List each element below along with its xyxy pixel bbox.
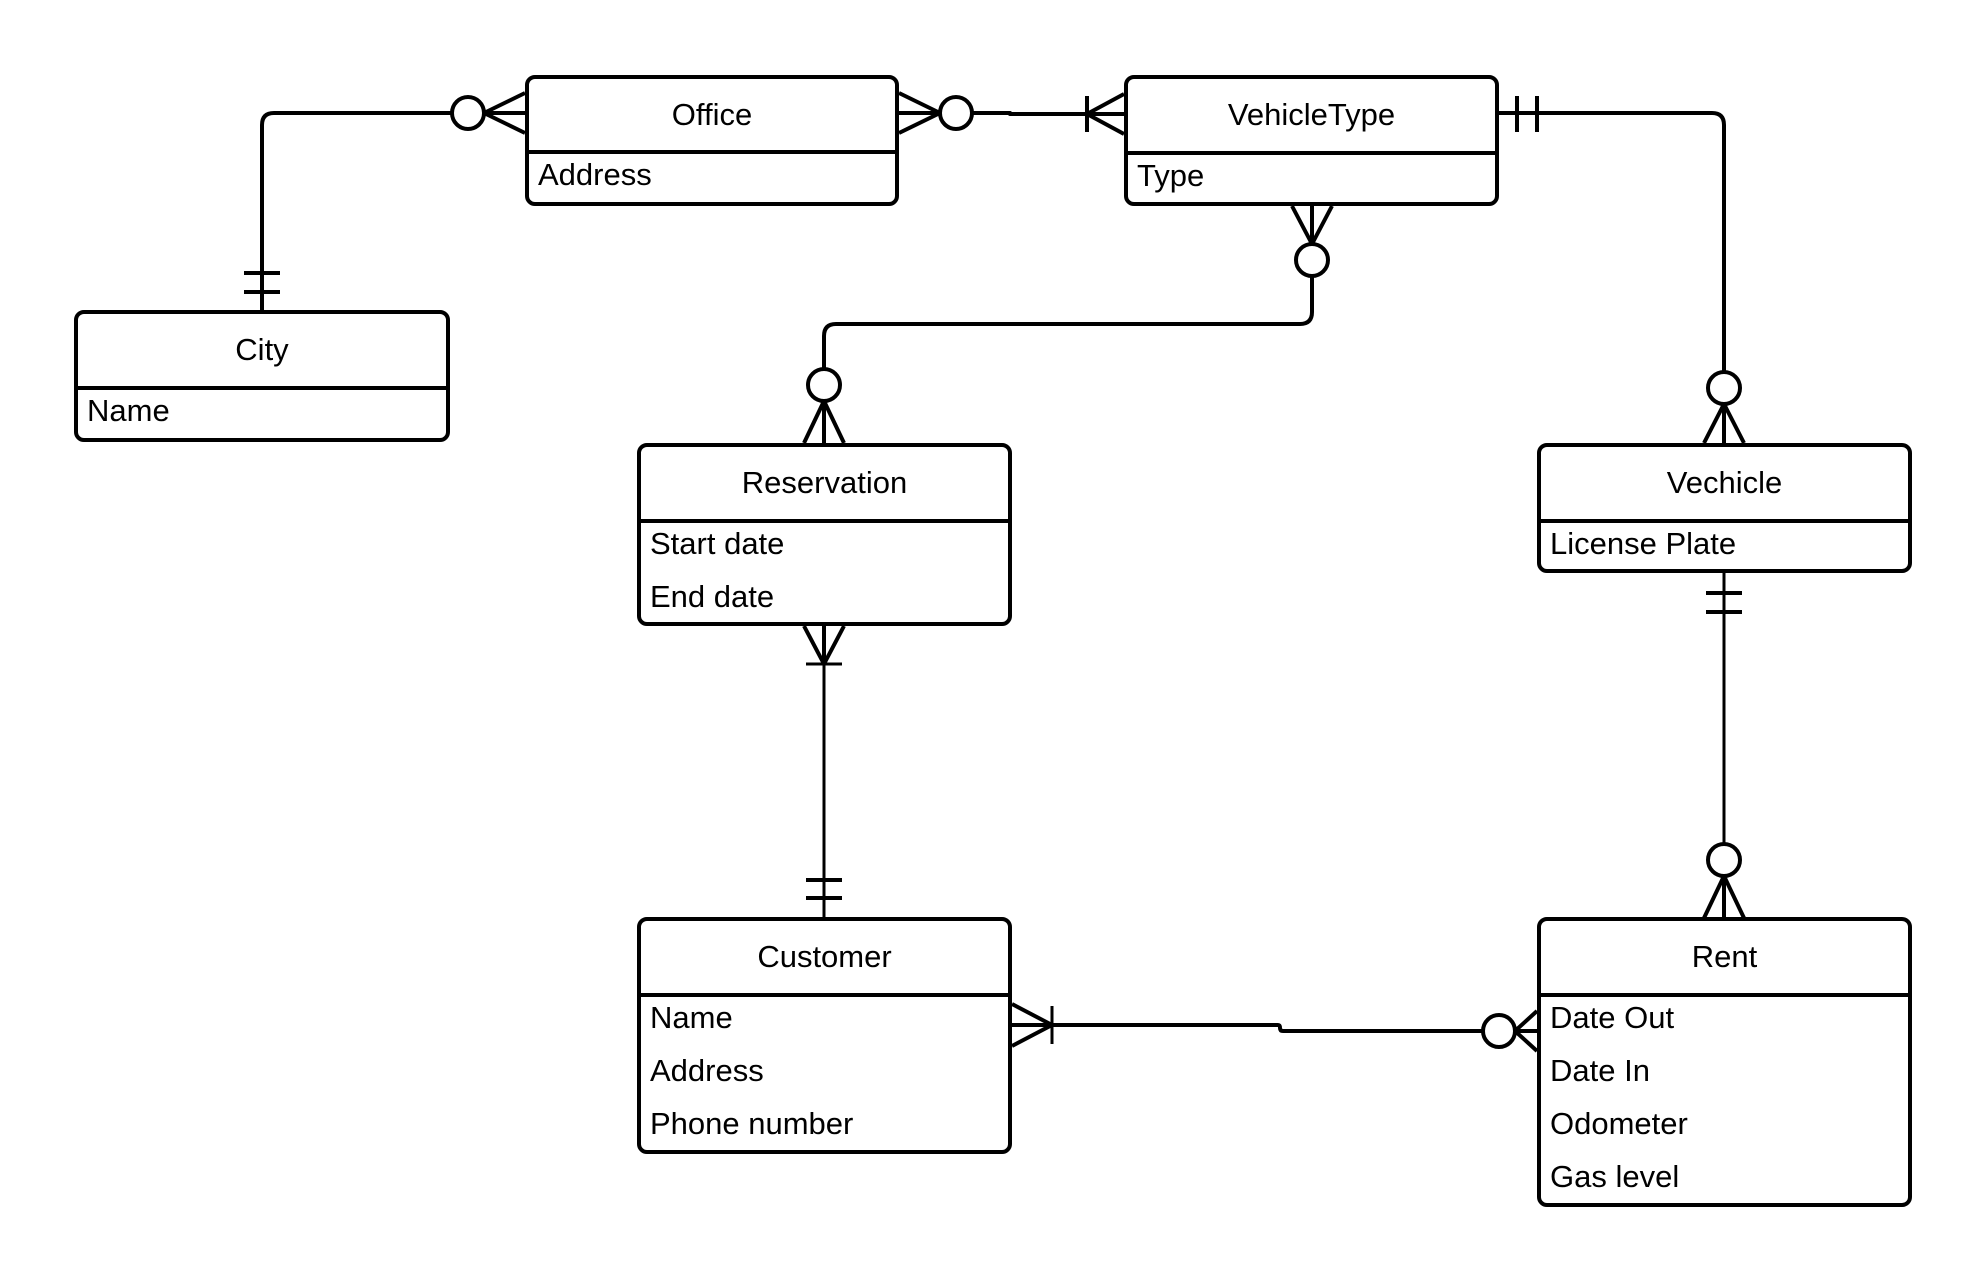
entity-title: City [78, 314, 446, 390]
entity-attribute: Date Out [1550, 1000, 1675, 1035]
relationship-vechicle-rent[interactable] [1702, 573, 1746, 919]
entity-attribute: End date [650, 579, 775, 614]
entity-attribute: Date In [1550, 1053, 1650, 1088]
entity-attribute: Gas level [1550, 1159, 1680, 1194]
crows-foot-many [1702, 403, 1746, 444]
entity-attribute: Address [538, 157, 652, 192]
entity-rent[interactable]: Rent Date Out Date In Odometer Gas level [1537, 917, 1912, 1207]
entity-city[interactable]: City Name [74, 310, 450, 442]
entity-attribute: License Plate [1550, 526, 1737, 561]
entity-attribute: Address [650, 1053, 764, 1088]
relationship-reservation-customer[interactable] [802, 625, 846, 917]
crows-foot-many [898, 91, 942, 135]
relationship-vehicletype-reservation[interactable] [802, 205, 1334, 444]
relationship-vehicletype-vechicle[interactable] [1499, 96, 1746, 444]
crows-foot-many [1702, 875, 1746, 919]
entity-title: VehicleType [1128, 79, 1495, 155]
entity-attribute: Odometer [1550, 1106, 1688, 1141]
entity-title: Office [529, 79, 895, 154]
entity-attribute: Name [650, 1000, 733, 1035]
crows-foot-many [1513, 1009, 1539, 1053]
entity-attribute: Type [1137, 158, 1205, 193]
zero-circle [806, 367, 842, 403]
relationship-city-office[interactable] [244, 91, 526, 310]
crows-foot-many [802, 400, 846, 444]
zero-circle [938, 95, 974, 131]
entity-title: Customer [641, 921, 1008, 997]
entity-customer[interactable]: Customer Name Address Phone number [637, 917, 1012, 1154]
entity-attribute: Phone number [650, 1106, 854, 1141]
crows-foot-many [802, 625, 846, 665]
zero-circle [1706, 842, 1742, 878]
entity-attribute: Name [87, 393, 170, 428]
crows-foot-many [1290, 205, 1334, 245]
relationship-customer-rent[interactable] [1011, 1002, 1539, 1053]
entity-vechicle[interactable]: Vechicle License Plate [1537, 443, 1912, 573]
entity-vehicletype[interactable]: VehicleType Type [1124, 75, 1499, 206]
entity-attribute: Start date [650, 526, 785, 561]
entity-office[interactable]: Office Address [525, 75, 899, 206]
crows-foot-many [483, 91, 526, 135]
zero-circle [1481, 1013, 1517, 1049]
zero-circle [450, 95, 486, 131]
entity-title: Vechicle [1541, 447, 1908, 523]
entity-reservation[interactable]: Reservation Start date End date [637, 443, 1012, 626]
entity-title: Reservation [641, 447, 1008, 523]
entity-title: Rent [1541, 921, 1908, 997]
zero-circle [1706, 370, 1742, 406]
relationship-office-vehicletype[interactable] [898, 91, 1125, 136]
crows-foot-many [1011, 1002, 1054, 1048]
zero-circle [1294, 242, 1330, 278]
